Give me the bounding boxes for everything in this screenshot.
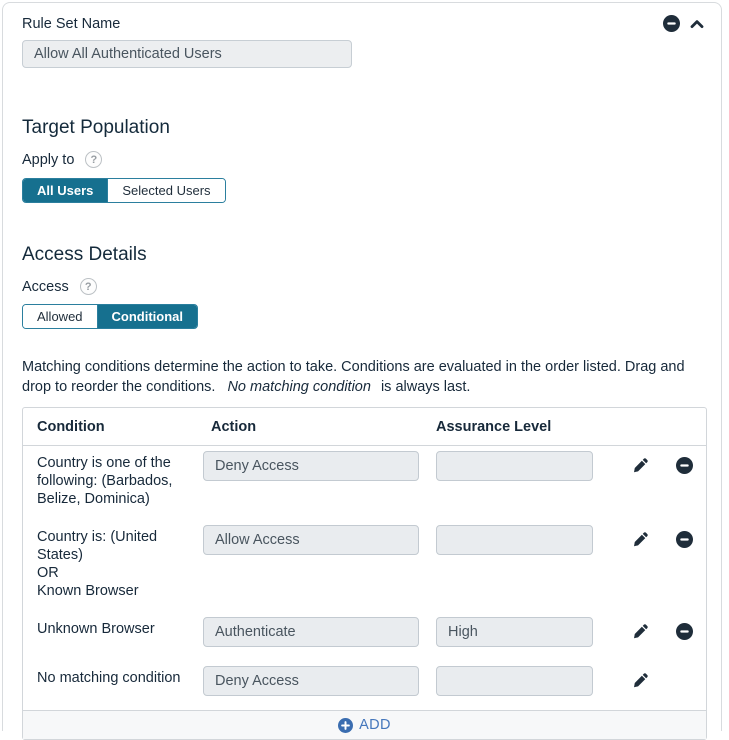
assurance-level-input [436,525,593,555]
action-input [203,525,419,555]
minus-circle-icon [676,623,693,640]
minus-circle-icon [676,457,693,474]
rule-set-panel: Rule Set Name Target Population Apply to… [2,2,722,740]
conditions-table: Condition Action Assurance Level Country… [22,407,707,740]
remove-condition-button[interactable] [676,457,693,474]
access-toggle: Allowed Conditional [22,304,199,329]
pencil-icon [634,532,648,547]
rule-set-header: Rule Set Name [22,15,707,32]
conditions-table-header: Condition Action Assurance Level [23,408,706,446]
assurance-level-input [436,451,593,481]
remove-rule-set-button[interactable] [663,15,680,32]
collapse-rule-set-button[interactable] [689,16,705,32]
edit-condition-button[interactable] [632,623,649,640]
access-details-heading: Access Details [22,244,147,265]
pencil-icon [634,673,648,688]
condition-row: Country is: (United States) OR Known Bro… [23,520,706,612]
assurance-level-input [436,617,593,647]
edit-condition-button[interactable] [632,457,649,474]
help-icon[interactable]: ? [85,151,103,168]
condition-text: Unknown Browser [37,621,155,637]
condition-text: No matching condition [37,670,181,686]
column-header-assurance-level: Assurance Level [436,418,552,435]
assurance-level-input [436,666,593,696]
edit-condition-button[interactable] [632,672,649,689]
target-population-heading: Target Population [22,117,170,138]
toggle-option-conditional[interactable]: Conditional [97,305,198,328]
minus-circle-icon [676,531,693,548]
rule-set-name-label: Rule Set Name [22,15,121,32]
remove-condition-button[interactable] [676,531,693,548]
rule-set-name-input[interactable] [22,40,352,68]
pencil-icon [634,458,648,473]
rule-set-header-actions [663,15,707,32]
apply-to-toggle: All Users Selected Users [22,178,226,203]
condition-row: No matching condition [23,661,706,710]
toggle-option-allowed[interactable]: Allowed [23,305,98,328]
action-input [203,451,419,481]
toggle-option-all-users[interactable]: All Users [23,179,109,202]
conditions-note-italic: No matching condition [227,379,371,395]
minus-circle-icon [663,15,680,32]
chevron-up-icon [690,19,704,28]
edit-condition-button[interactable] [632,531,649,548]
access-label: Access [22,278,69,295]
plus-circle-icon [338,717,354,733]
add-condition-button[interactable]: ADD [332,716,397,734]
toggle-option-selected-users[interactable]: Selected Users [108,179,225,202]
apply-to-row: Apply to ? [22,151,707,168]
pencil-icon [634,624,648,639]
help-icon[interactable]: ? [79,278,97,295]
condition-text: Country is one of the following: (Barbad… [37,455,173,507]
condition-row: Unknown Browser [23,612,706,661]
action-input [203,617,419,647]
condition-text: Country is: (United States) OR Known Bro… [37,529,158,599]
conditions-table-footer: ADD [23,710,706,739]
action-input [203,666,419,696]
column-header-condition: Condition [37,418,105,435]
conditions-note: Matching conditions determine the action… [22,357,710,397]
access-row: Access ? [22,278,707,295]
remove-condition-button[interactable] [676,623,693,640]
condition-row: Country is one of the following: (Barbad… [23,446,706,520]
column-header-action: Action [211,418,257,435]
apply-to-label: Apply to [22,151,75,168]
conditions-note-tail: is always last. [380,379,471,395]
